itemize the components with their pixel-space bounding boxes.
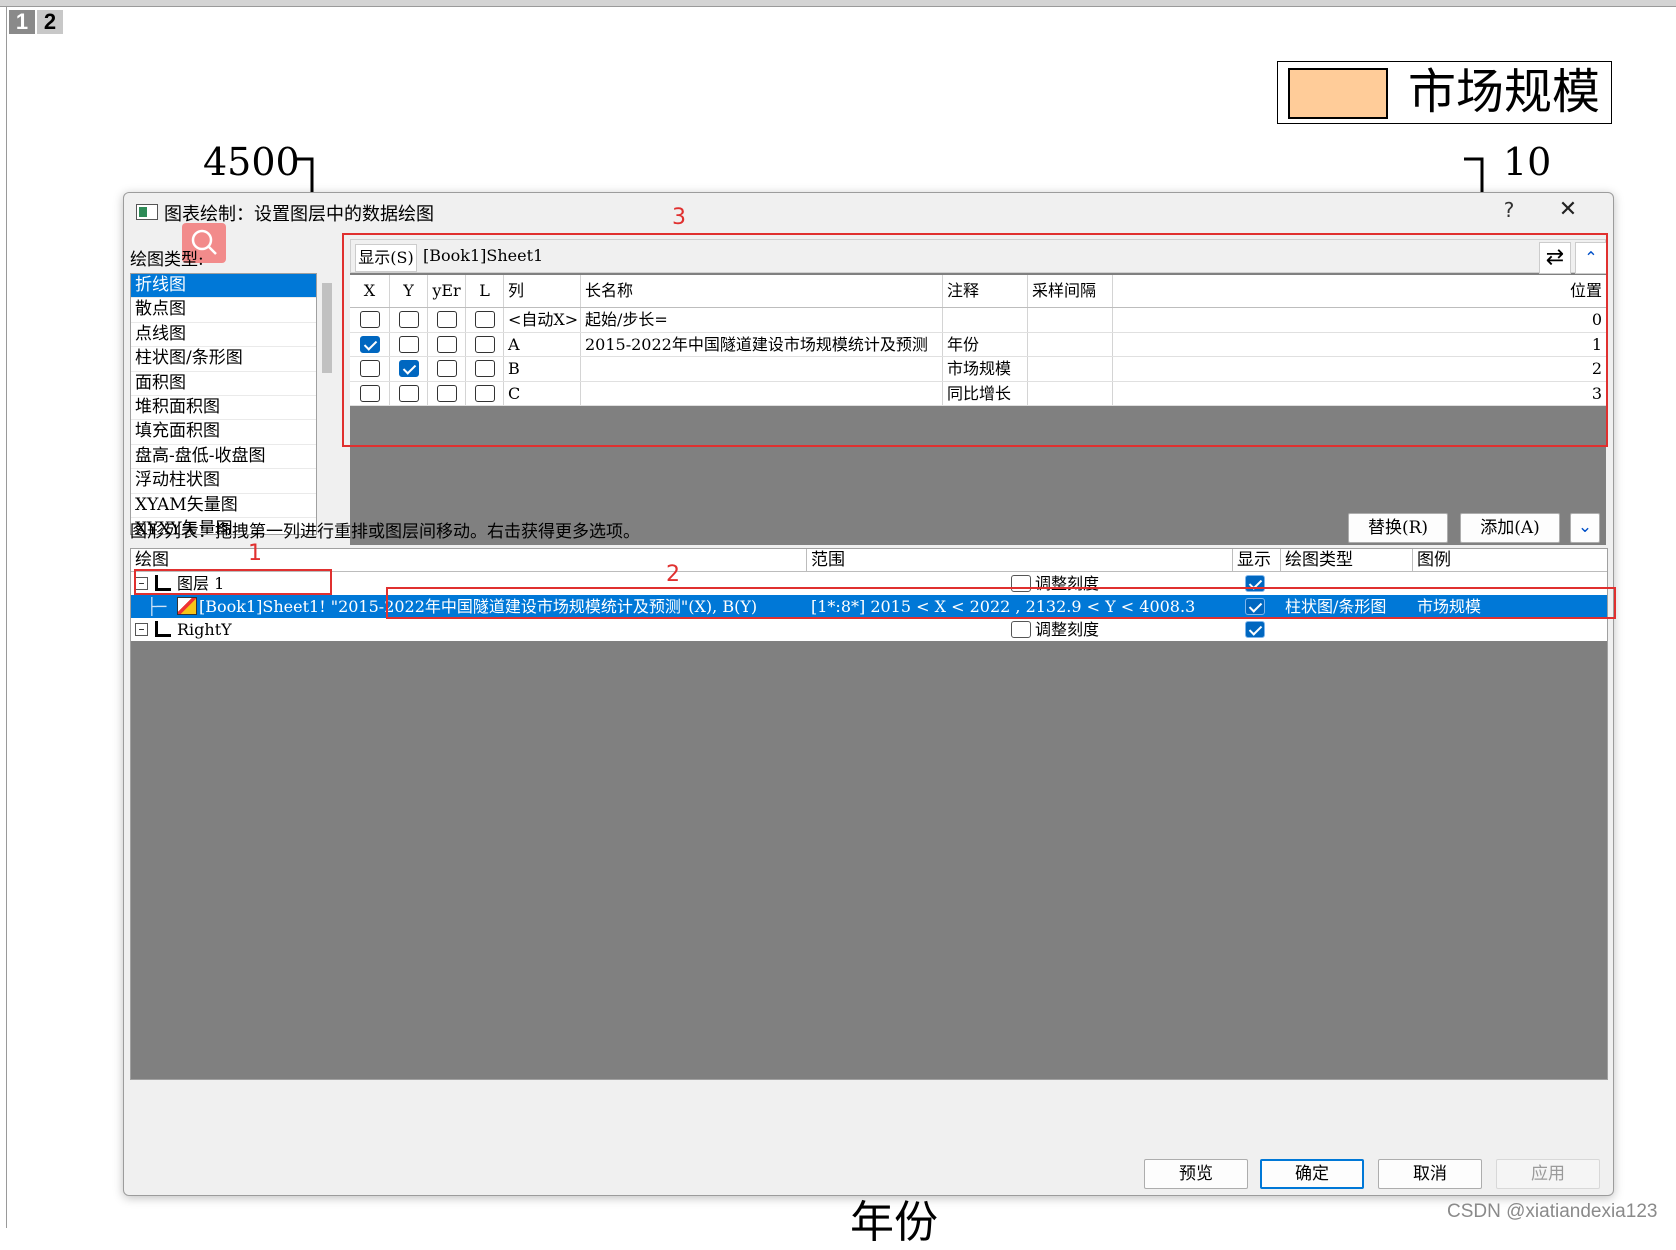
plot-list-header: 绘图 范围 显示 绘图类型 图例 <box>131 549 1607 572</box>
graph-legend[interactable]: 市场规模 <box>1277 61 1612 124</box>
left-axis-corner <box>294 157 314 195</box>
right-axis-top-tick: 10 <box>1503 140 1552 184</box>
scrollbar-thumb[interactable] <box>322 283 332 373</box>
expand-down-icon[interactable]: ⌄ <box>1570 513 1600 543</box>
tree-line: ├─ <box>147 597 167 616</box>
legend-label: 市场规模 <box>1408 64 1601 120</box>
replace-button[interactable]: 替换(R) <box>1348 513 1448 543</box>
list-header-legend[interactable]: 图例 <box>1413 549 1607 571</box>
plot-type-item[interactable]: 浮动柱状图 <box>131 469 316 494</box>
left-ruler <box>6 6 7 1228</box>
annotation-2-label: 2 <box>666 562 680 587</box>
preview-button[interactable]: 预览 <box>1144 1159 1248 1189</box>
rescale-checkbox[interactable] <box>1011 621 1031 638</box>
annotation-1-box <box>134 569 332 595</box>
watermark: CSDN @xiatiandexia123 <box>1447 1201 1658 1222</box>
app-icon <box>136 204 158 220</box>
layer-icon <box>155 621 171 637</box>
add-button[interactable]: 添加(A) <box>1460 513 1560 543</box>
plot-type-item[interactable]: 填充面积图 <box>131 420 316 445</box>
close-button[interactable]: ✕ <box>1544 197 1592 223</box>
plot-list-hint: 图形列表：拖拽第一列进行重排或图层间移动。右击获得更多选项。 <box>130 522 640 542</box>
page-tab-1[interactable]: 1 <box>9 10 35 34</box>
plot-type-item[interactable]: 盘高-盘低-收盘图 <box>131 445 316 470</box>
apply-button[interactable]: 应用 <box>1496 1159 1600 1189</box>
plot-type-item[interactable]: 折线图 <box>131 274 316 299</box>
list-header-show[interactable]: 显示 <box>1233 549 1281 571</box>
page-tab-2[interactable]: 2 <box>37 10 63 34</box>
rescale-label: 调整刻度 <box>1035 620 1100 639</box>
right-axis-corner <box>1464 157 1484 195</box>
plot-type-item[interactable]: XYAM矢量图 <box>131 494 316 518</box>
plot-setup-dialog[interactable]: 图表绘制：设置图层中的数据绘图 ? ✕ 绘图类型: 折线图 散点图 点线图 柱状… <box>123 192 1616 1196</box>
annotation-3-label: 3 <box>672 205 686 230</box>
annotation-1-label: 1 <box>248 541 262 566</box>
plot-type-scrollbar[interactable] <box>319 273 335 533</box>
righty-label: RightY <box>177 620 232 639</box>
show-checkbox[interactable] <box>1245 621 1265 638</box>
plot-type-label: 绘图类型: <box>130 250 204 270</box>
legend-swatch <box>1288 68 1388 119</box>
plot-type-list[interactable]: 折线图 散点图 点线图 柱状图/条形图 面积图 堆积面积图 填充面积图 盘高-盘… <box>130 273 317 535</box>
help-button[interactable]: ? <box>1494 197 1524 223</box>
annotation-3-box <box>342 233 1608 447</box>
list-header-plot[interactable]: 绘图 <box>131 549 807 571</box>
plot-type-item[interactable]: 点线图 <box>131 323 316 348</box>
top-ruler <box>0 0 1676 7</box>
ok-button[interactable]: 确定 <box>1260 1159 1364 1189</box>
plot-icon <box>177 597 197 615</box>
left-axis-top-tick: 4500 <box>203 140 300 184</box>
plot-type-item[interactable]: 堆积面积图 <box>131 396 316 421</box>
collapse-icon[interactable]: – <box>135 623 148 636</box>
list-header-range[interactable]: 范围 <box>807 549 1233 571</box>
dialog-titlebar[interactable]: 图表绘制：设置图层中的数据绘图 ? ✕ <box>124 193 1613 229</box>
plot-type-item[interactable]: 柱状图/条形图 <box>131 347 316 372</box>
list-header-plot-type[interactable]: 绘图类型 <box>1281 549 1413 571</box>
cancel-button[interactable]: 取消 <box>1378 1159 1482 1189</box>
plot-list-panel: 绘图 范围 显示 绘图类型 图例 – 图层 1 调整刻度 ├─ [Book1]S… <box>130 548 1608 1080</box>
plot-type-item[interactable]: 散点图 <box>131 298 316 323</box>
righty-row[interactable]: – RightY 调整刻度 <box>131 618 1607 641</box>
annotation-2-box <box>386 587 1616 619</box>
plot-type-item[interactable]: 面积图 <box>131 372 316 396</box>
